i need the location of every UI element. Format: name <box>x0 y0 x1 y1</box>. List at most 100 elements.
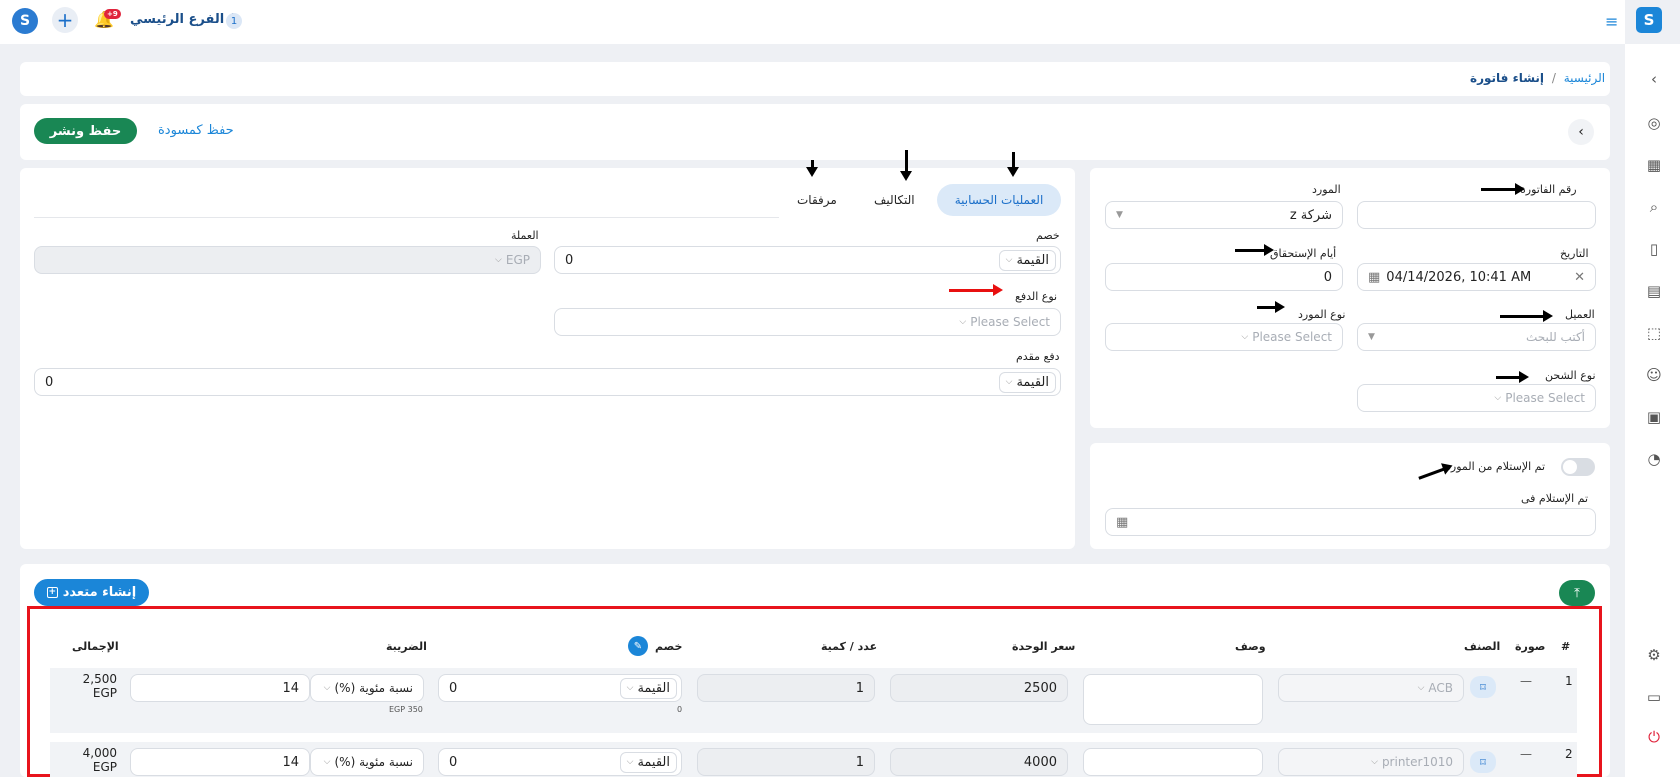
received-at-input[interactable]: ▦ <box>1105 508 1596 536</box>
breadcrumb-trail: الرئيسية / إنشاء فاتورة <box>1470 71 1606 85</box>
invoice-number-label: رقم الفاتورة <box>1520 183 1577 196</box>
dashboard-icon[interactable]: ◎ <box>1645 114 1663 132</box>
currency-select[interactable]: EGP ⌵ <box>34 246 541 274</box>
payment-type-label: نوع الدفع <box>1015 290 1058 303</box>
back-chevron-button[interactable]: ‹ <box>1568 119 1594 145</box>
received-toggle[interactable] <box>1561 458 1595 476</box>
search-doc-icon[interactable]: ⌕ <box>1645 198 1663 216</box>
save-draft-link[interactable]: حفظ كمسودة <box>158 123 234 138</box>
unit-price-input[interactable]: 4000 <box>890 748 1068 776</box>
col-image: صورة <box>1515 640 1546 653</box>
clear-icon[interactable]: ✕ <box>1574 270 1585 285</box>
bookmark-icon[interactable]: ⌑ <box>1470 751 1496 773</box>
supplier-label: المورد <box>1312 183 1341 196</box>
add-icon[interactable]: + <box>52 7 78 33</box>
actions-bar <box>20 104 1610 160</box>
row-total: 2,500 EGP <box>82 672 117 700</box>
reports-chart-icon[interactable]: ◔ <box>1645 450 1663 468</box>
item-select[interactable]: ACB ⌵ <box>1278 674 1464 702</box>
top-bar <box>0 0 1625 44</box>
row-discount-type[interactable]: القيمة ⌵ <box>619 751 677 773</box>
supplier-select[interactable]: شركة z ▼ <box>1105 201 1343 229</box>
accounting-card <box>20 168 1075 549</box>
description-textarea[interactable] <box>1083 748 1263 776</box>
date-input[interactable]: ▦ 04/14/2026, 10:41 AM ✕ <box>1357 263 1596 291</box>
row-discount-input[interactable]: القيمة ⌵ 0 <box>438 674 682 702</box>
annotation-arrow <box>1257 301 1285 313</box>
create-multiple-button[interactable]: + إنشاء متعدد <box>34 579 149 606</box>
unit-price-input[interactable]: 2500 <box>890 674 1068 702</box>
client-search-input[interactable]: أكتب للبحث ▼ <box>1357 323 1596 351</box>
menu-icon[interactable]: ≡ <box>1605 12 1618 31</box>
chevron-down-icon: ⌵ <box>1371 757 1378 767</box>
col-quantity: عدد / كمية <box>821 640 878 653</box>
annotation-arrow <box>1496 371 1529 383</box>
advance-payment-input[interactable]: القيمة ⌵ 0 <box>34 368 1061 396</box>
dropdown-caret-icon: ▼ <box>1368 332 1375 342</box>
received-label: تم الإستلام من المورد <box>1446 460 1546 473</box>
row-total: 4,000 EGP <box>82 746 117 774</box>
quantity-input[interactable]: 1 <box>697 674 875 702</box>
annotation-arrow-down <box>1007 152 1019 177</box>
row-discount-input[interactable]: القيمة ⌵ 0 <box>438 748 682 776</box>
item-select[interactable]: printer1010 ⌵ <box>1278 748 1464 776</box>
advance-payment-label: دفع مقدم <box>1016 350 1060 363</box>
invoice-number-input[interactable] <box>1357 201 1596 229</box>
tax-value-input[interactable]: 14 <box>130 748 310 776</box>
quantity-input[interactable]: 1 <box>697 748 875 776</box>
col-total: الإجمالى <box>72 640 119 653</box>
tab-accounting[interactable]: العمليات الحسابية <box>937 184 1061 216</box>
shipping-type-select[interactable]: Please Select ⌵ <box>1357 384 1596 412</box>
invoice-icon[interactable]: ▤ <box>1645 282 1663 300</box>
date-label: التاريخ <box>1560 247 1589 260</box>
advance-type-select[interactable]: القيمة ⌵ <box>998 371 1056 393</box>
received-at-label: تم الإستلام فى <box>1521 492 1589 505</box>
description-textarea[interactable] <box>1083 674 1263 725</box>
tax-value-input[interactable]: 14 <box>130 674 310 702</box>
discount-input[interactable]: القيمة ⌵ 0 <box>554 246 1061 274</box>
tab-attachments[interactable]: مرفقات <box>797 193 837 207</box>
branch-name[interactable]: الفرع الرئيسي / <box>130 12 233 27</box>
discount-type-select[interactable]: القيمة ⌵ <box>998 249 1056 271</box>
calendar-icon: ▦ <box>1368 269 1381 285</box>
supplier-type-select[interactable]: Please Select ⌵ <box>1105 323 1343 351</box>
col-item: الصنف <box>1464 640 1501 653</box>
breadcrumb-current: إنشاء فاتورة <box>1470 71 1545 85</box>
discount-edit-icon[interactable]: ✎ <box>628 636 648 656</box>
due-days-input[interactable]: 0 <box>1105 263 1343 291</box>
tab-divider <box>34 217 779 218</box>
row-discount-type[interactable]: القيمة ⌵ <box>619 677 677 699</box>
power-icon[interactable]: ⏻ <box>1645 728 1663 746</box>
collapse-chevron-icon[interactable]: ‹ <box>1645 70 1663 88</box>
annotation-arrow-down <box>806 160 818 177</box>
notification-badge: +9 <box>104 9 121 19</box>
tax-type-select[interactable]: نسبة مئوية (%) ⌵ <box>310 674 424 702</box>
col-unit-price: سعر الوحدة <box>1012 640 1076 653</box>
branch-count-badge: 1 <box>226 13 242 29</box>
chevron-down-icon: ⌵ <box>1417 683 1425 693</box>
col-num: # <box>1561 640 1571 653</box>
app-logo-icon[interactable]: S <box>12 8 38 34</box>
due-days-label: أيام الإستحقاق <box>1270 247 1337 260</box>
tax-type-select[interactable]: نسبة مئوية (%) ⌵ <box>310 748 424 776</box>
tab-costs[interactable]: التكاليف <box>874 193 915 207</box>
bookmark-icon[interactable]: ⌑ <box>1470 676 1496 698</box>
breadcrumb-home[interactable]: الرئيسية <box>1564 71 1605 85</box>
settings-gear-icon[interactable]: ⚙ <box>1645 646 1663 664</box>
store-icon[interactable]: ▦ <box>1645 156 1663 174</box>
chevron-down-icon: ⌵ <box>959 317 967 327</box>
boxes-icon[interactable]: ⬚ <box>1645 324 1663 342</box>
document-icon[interactable]: ▯ <box>1645 240 1663 258</box>
chevron-down-icon: ⌵ <box>1241 332 1249 342</box>
users-icon[interactable]: ☺ <box>1645 366 1663 384</box>
payment-type-select[interactable]: Please Select ⌵ <box>554 308 1061 336</box>
currency-label: العملة <box>511 229 539 242</box>
scroll-top-button[interactable]: ⤒ <box>1559 580 1595 606</box>
package-icon[interactable]: ▣ <box>1645 408 1663 426</box>
chevron-down-icon: ⌵ <box>1005 255 1013 265</box>
image-placeholder: — <box>1520 747 1532 761</box>
shipping-type-label: نوع الشحن <box>1545 369 1596 382</box>
save-publish-button[interactable]: حفظ ونشر <box>34 118 137 144</box>
window-icon[interactable]: ▭ <box>1645 688 1663 706</box>
brand-logo-icon[interactable]: S <box>1636 7 1662 33</box>
